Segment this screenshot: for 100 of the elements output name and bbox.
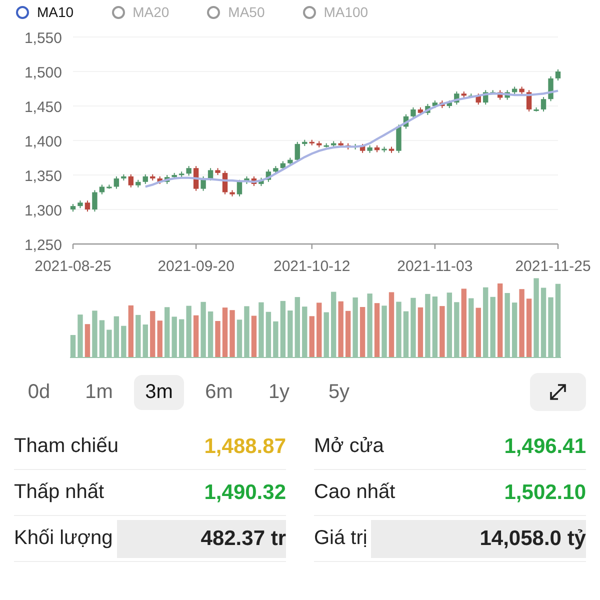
x-axis-label: 2021-10-12 — [274, 258, 350, 275]
x-axis-label: 2021-09-20 — [158, 258, 234, 275]
candlestick — [150, 174, 156, 182]
candlestick — [266, 168, 272, 182]
candlestick — [99, 184, 105, 195]
period-tab[interactable]: 3m — [134, 374, 184, 410]
candlestick — [388, 146, 394, 154]
candlestick — [540, 96, 546, 112]
period-tab[interactable]: 1y — [254, 374, 304, 410]
candlestick — [164, 174, 170, 184]
y-axis-label: 1,450 — [24, 99, 62, 116]
candlestick — [294, 141, 300, 162]
x-axis-label: 2021-11-25 — [515, 258, 591, 275]
candlestick — [468, 93, 474, 98]
y-axis-label: 1,350 — [24, 168, 62, 185]
stat-value: 1,502.10 — [504, 480, 586, 504]
candlestick — [236, 179, 242, 197]
y-axis-label: 1,550 — [24, 30, 62, 47]
candlestick — [114, 176, 120, 190]
candlestick — [172, 172, 177, 180]
candlestick — [382, 146, 387, 153]
candlestick — [352, 143, 358, 150]
candlestick — [338, 140, 344, 148]
candlestick — [490, 90, 496, 95]
candlestick — [519, 86, 524, 95]
candlestick — [534, 106, 539, 112]
candlestick — [244, 176, 250, 184]
x-axis-label: 2021-11-03 — [397, 258, 473, 275]
candlestick — [215, 168, 220, 176]
candlestick — [70, 203, 76, 212]
candlestick — [193, 166, 199, 192]
candlestick — [410, 106, 416, 119]
candlestick — [251, 176, 257, 187]
candlestick — [432, 100, 438, 109]
candlestick — [280, 160, 286, 171]
candlestick — [142, 174, 148, 184]
candlestick — [309, 139, 314, 146]
candlestick — [136, 179, 141, 188]
stat-label: Mở cửa — [314, 435, 384, 458]
candlestick — [461, 91, 466, 98]
candlestick — [106, 184, 112, 190]
candlestick — [222, 170, 228, 195]
stat-value: 1,488.87 — [204, 434, 286, 458]
candlestick — [526, 90, 532, 112]
stat-label: Cao nhất — [314, 481, 396, 504]
y-axis-label: 1,400 — [24, 134, 62, 150]
stat-value: 14,058.0 tỷ — [371, 520, 586, 558]
y-axis-label: 1,250 — [24, 237, 62, 254]
candlestick — [92, 190, 98, 212]
period-tab[interactable]: 6m — [194, 374, 244, 410]
stat-label: Khối lượng — [14, 527, 113, 550]
candlestick — [367, 144, 372, 154]
candlestick — [186, 166, 192, 176]
period-tab[interactable]: 1m — [74, 374, 124, 410]
candlestick — [200, 176, 206, 192]
candlestick — [360, 143, 366, 154]
expand-button[interactable] — [530, 373, 586, 411]
ma-radio[interactable]: MA10 — [16, 4, 74, 20]
x-axis-label: 2021-08-25 — [34, 258, 112, 275]
stat-value: 1,490.32 — [204, 480, 286, 504]
stat-value: 1,496.41 — [504, 434, 586, 458]
period-tab[interactable]: 5y — [314, 374, 364, 410]
stat-label: Tham chiếu — [14, 435, 118, 458]
stat-label: Thấp nhất — [14, 481, 104, 504]
candlestick — [512, 86, 518, 95]
candlestick — [446, 100, 452, 109]
candlestick — [476, 93, 481, 106]
candlestick — [273, 166, 278, 174]
candlestick — [396, 124, 402, 154]
candlestick — [230, 190, 235, 197]
candlestick — [316, 140, 322, 148]
candlestick — [555, 68, 561, 81]
candlestick — [454, 91, 460, 106]
candlestick — [157, 176, 162, 184]
candlestick — [440, 100, 445, 109]
candlestick — [345, 142, 351, 150]
expand-icon — [547, 381, 569, 403]
candlestick — [128, 174, 134, 188]
candlestick — [483, 90, 488, 106]
candlestick — [121, 174, 126, 182]
stat-label: Giá trị — [314, 527, 368, 550]
candlestick — [498, 90, 503, 100]
candlestick — [403, 114, 409, 130]
candlestick — [418, 106, 424, 116]
candlestick — [504, 90, 510, 100]
candlestick — [208, 168, 214, 182]
candlestick — [258, 177, 264, 187]
candlestick — [78, 200, 83, 209]
stat-value: 482.37 tr — [116, 520, 286, 558]
y-axis-label: 1,500 — [24, 64, 62, 82]
candlestick — [548, 76, 554, 102]
candlestick — [84, 200, 90, 212]
candlestick — [331, 140, 336, 148]
candlestick — [288, 157, 293, 166]
candlestick — [374, 144, 380, 153]
period-tab[interactable]: 0d — [14, 374, 64, 410]
y-axis-label: 1,300 — [24, 202, 62, 220]
candlestick — [178, 171, 184, 178]
candlestick — [302, 139, 308, 147]
candlestick — [324, 142, 329, 148]
